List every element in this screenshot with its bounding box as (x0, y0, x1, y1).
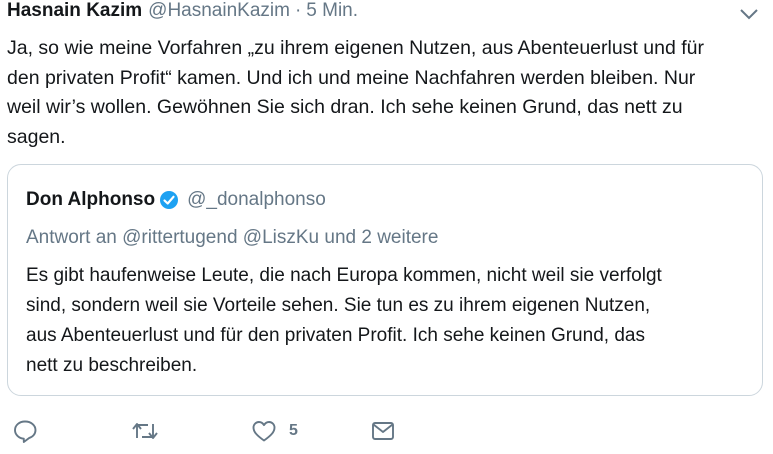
direct-message-button[interactable] (370, 416, 396, 446)
tweet-text-line: Ja, so wie meine Vorfahren „zu ihrem eig… (7, 37, 704, 59)
author-name[interactable]: Hasnain Kazim (7, 0, 142, 22)
envelope-icon (372, 422, 394, 440)
quoted-text-line: Es gibt haufenweise Leute, die nach Euro… (26, 265, 662, 286)
tweet-actions: 5 (0, 416, 773, 446)
like-button[interactable]: 5 (251, 416, 298, 446)
quoted-author-name: Don Alphonso (26, 189, 156, 210)
chevron-down-icon[interactable] (738, 6, 760, 22)
tweet-text-line: weil wir’s wollen. Gewöhnen Sie sich dra… (7, 96, 683, 118)
quoted-tweet-header: Don Alphonso @_donalphonso (26, 189, 326, 211)
tweet: Hasnain Kazim @HasnainKazim · 5 Min. Ja,… (0, 0, 773, 454)
retweet-button[interactable] (130, 416, 160, 446)
quoted-author-handle: @_donalphonso (187, 189, 326, 210)
reply-icon (14, 420, 37, 443)
verified-badge-icon (160, 191, 179, 209)
heart-icon (252, 421, 276, 442)
quoted-text-line: aus Abenteuerlust und für den privaten P… (26, 325, 645, 346)
quoted-tweet-text: Es gibt haufenweise Leute, die nach Euro… (26, 261, 736, 381)
quoted-text-line: nett zu beschreiben. (26, 355, 198, 376)
tweet-header: Hasnain Kazim @HasnainKazim · 5 Min. (7, 0, 358, 26)
separator-dot: · (294, 0, 302, 21)
like-count: 5 (289, 422, 298, 439)
quoted-text-line: sind, sondern weil sie Vorteile sehen. S… (26, 295, 651, 316)
reply-context: Antwort an @rittertugend @LiszKu und 2 w… (26, 227, 439, 248)
tweet-text-line: den privaten Profit“ kamen. Und ich und … (7, 66, 696, 89)
retweet-icon (132, 423, 158, 439)
reply-button[interactable] (12, 416, 38, 446)
timestamp[interactable]: 5 Min. (306, 0, 358, 22)
tweet-text: Ja, so wie meine Vorfahren „zu ihrem eig… (7, 34, 767, 152)
author-handle[interactable]: @HasnainKazim (148, 0, 290, 22)
quoted-tweet[interactable]: Don Alphonso @_donalphonso Antwort an @r… (7, 164, 763, 396)
tweet-text-line: sagen. (7, 125, 66, 148)
